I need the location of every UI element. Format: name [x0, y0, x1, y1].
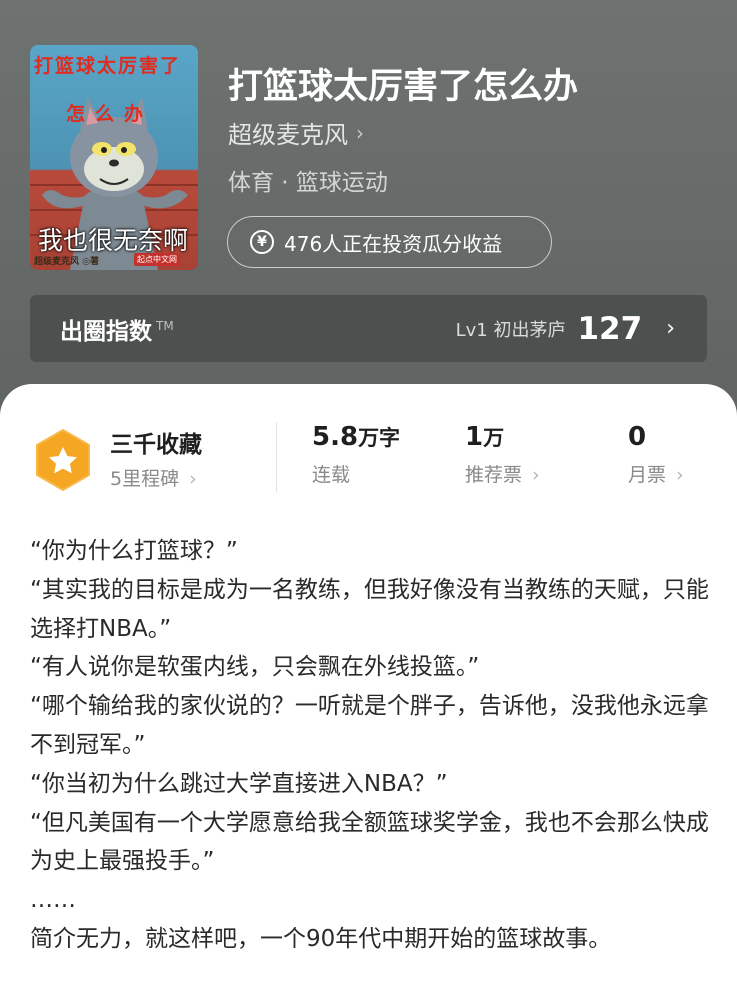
invest-text: 476人正在投资瓜分收益	[284, 231, 503, 256]
stat-monthly-label: 月票	[628, 464, 667, 486]
detail-card: 三千收藏 5里程碑 › 5.8万字 连载 1万 推荐票 › 0 月票 › “你为什么打…	[0, 384, 737, 1000]
stat-words-label: 连载	[312, 464, 351, 486]
chevron-right-icon: ›	[676, 464, 684, 486]
cover-publisher: 起点中文网	[134, 253, 180, 266]
cover-caption: 我也很无奈啊	[38, 226, 189, 255]
stat-words: 5.8万字 连载	[312, 422, 401, 486]
book-title: 打篮球太厉害了怎么办	[228, 67, 579, 107]
author-link[interactable]: 超级麦克风 ›	[228, 115, 364, 150]
circle-score: 127	[577, 310, 643, 347]
collection-title: 三千收藏	[110, 432, 202, 458]
stat-recommend[interactable]: 1万 推荐票 ›	[465, 422, 540, 487]
milestone-link[interactable]: 5里程碑 ›	[110, 464, 197, 491]
synopsis-line: “你为什么打篮球？”	[30, 538, 238, 564]
chevron-right-icon: ›	[189, 468, 197, 490]
book-category[interactable]: 体育 · 篮球运动	[228, 163, 388, 197]
divider	[276, 422, 277, 492]
synopsis-line: ……	[30, 887, 76, 914]
milestone-badge-icon	[36, 429, 90, 491]
author-name: 超级麦克风	[228, 121, 348, 149]
chevron-right-icon: ›	[356, 120, 364, 145]
synopsis-line: “有人说你是软蛋内线，只会飘在外线投篮。”	[30, 654, 480, 681]
cover-author: 超级麦克风 ◎著	[34, 257, 99, 267]
stat-recommend-label: 推荐票	[465, 464, 523, 486]
chevron-right-icon: ›	[532, 464, 540, 486]
circle-level: Lv1 初出茅庐	[455, 319, 566, 341]
synopsis-line: 简介无力，就这样吧，一个90年代中期开始的篮球故事。	[30, 925, 612, 952]
cover-title: 打篮球太厉害了	[34, 55, 182, 77]
stat-monthly[interactable]: 0 月票 ›	[628, 422, 684, 487]
chevron-right-icon: ›	[666, 316, 675, 341]
circle-index-value: Lv1 初出茅庐 127 ›	[456, 311, 675, 347]
book-header: 打篮球太厉害了 怎么办 我也很无奈啊 超级麦克风 ◎著 起点中文网 打篮球太厉害…	[0, 0, 737, 400]
synopsis-line: “你当初为什么跳过大学直接进入NBA？”	[30, 770, 448, 797]
circle-index-bar[interactable]: 出圈指数 TM Lv1 初出茅庐 127 ›	[30, 295, 707, 362]
circle-index-label: 出圈指数 TM	[60, 318, 174, 345]
book-cover[interactable]: 打篮球太厉害了 怎么办 我也很无奈啊 超级麦克风 ◎著 起点中文网	[30, 45, 198, 270]
yen-icon: ¥	[250, 230, 274, 254]
cover-subtitle: 怎么办	[66, 103, 154, 125]
synopsis-line: “其实我的目标是成为一名教练，但我好像没有当教练的天赋，只能选择打NBA。”	[30, 576, 709, 642]
synopsis-line: “但凡美国有一个大学愿意给我全额篮球奖学金，我也不会那么快成为史上最强投手。”	[30, 809, 709, 875]
invest-button[interactable]: ¥ 476人正在投资瓜分收益	[227, 216, 552, 268]
trademark: TM	[156, 318, 174, 333]
synopsis[interactable]: “你为什么打篮球？” “其实我的目标是成为一名教练，但我好像没有当教练的天赋，只…	[30, 532, 710, 959]
synopsis-line: “哪个输给我的家伙说的？一听就是个胖子，告诉他，没我他永远拿不到冠军。”	[30, 693, 709, 758]
